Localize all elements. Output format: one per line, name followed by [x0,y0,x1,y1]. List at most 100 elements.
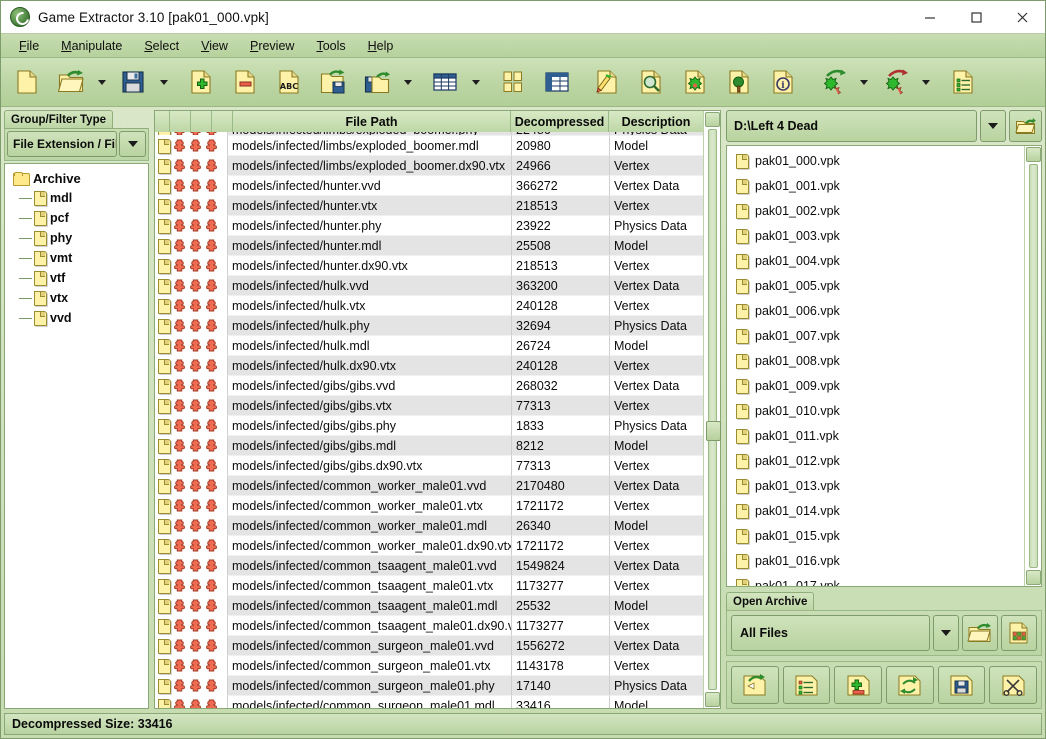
modify-archive-button[interactable] [834,666,882,704]
table-row[interactable]: models/infected/common_worker_male01.vtx… [155,496,703,516]
run-script-dropdown-button[interactable] [855,61,872,104]
save-archive-button[interactable] [111,61,154,104]
puzzle-piece-icon[interactable] [205,659,218,672]
tree-node-mdl[interactable]: mdl [5,188,148,208]
file-list-scrollbar[interactable] [1024,146,1041,586]
puzzle-piece-icon[interactable] [189,479,202,492]
list-item[interactable]: pak01_005.vpk [727,273,1024,298]
menu-preview[interactable]: Preview [240,37,304,55]
table-row[interactable]: models/infected/hulk.mdl26724Model [155,336,703,356]
tree-node-archive[interactable]: Archive [5,168,148,188]
puzzle-piece-icon[interactable] [173,699,186,708]
puzzle-piece-icon[interactable] [205,679,218,692]
table-row[interactable]: models/infected/common_surgeon_male01.vt… [155,656,703,676]
puzzle-piece-icon[interactable] [189,219,202,232]
puzzle-piece-icon[interactable] [189,499,202,512]
table-row[interactable]: models/infected/gibs/gibs.vvd268032Verte… [155,376,703,396]
puzzle-piece-icon[interactable] [205,239,218,252]
puzzle-piece-icon[interactable] [189,619,202,632]
table-row[interactable]: models/infected/common_worker_male01.dx9… [155,536,703,556]
puzzle-piece-icon[interactable] [189,579,202,592]
table-row[interactable]: models/infected/hulk.dx90.vtx240128Verte… [155,356,703,376]
table-row[interactable]: models/infected/common_surgeon_male01.ph… [155,676,703,696]
table-row[interactable]: models/infected/common_tsaagent_male01.v… [155,576,703,596]
table-row[interactable]: models/infected/hulk.vvd363200Vertex Dat… [155,276,703,296]
save-archive-button[interactable] [938,666,986,704]
directory-up-button[interactable] [1009,110,1042,142]
puzzle-piece-icon[interactable] [205,639,218,652]
table-row[interactable]: models/infected/gibs/gibs.phy1833Physics… [155,416,703,436]
puzzle-piece-icon[interactable] [189,519,202,532]
list-item[interactable]: pak01_016.vpk [727,548,1024,573]
puzzle-piece-icon[interactable] [205,699,218,708]
puzzle-piece-icon[interactable] [205,399,218,412]
table-row[interactable]: models/infected/common_surgeon_male01.vv… [155,636,703,656]
list-archive-button[interactable] [783,666,831,704]
puzzle-piece-icon[interactable] [189,199,202,212]
table-view-button[interactable] [423,61,466,104]
table-row[interactable]: models/infected/gibs/gibs.dx90.vtx77313V… [155,456,703,476]
export-archive-button[interactable] [355,61,398,104]
stop-script-dropdown-button[interactable] [917,61,934,104]
maximize-button[interactable] [953,1,999,34]
group-filter-select[interactable]: File Extension / File [7,131,117,157]
open-archive-dropdown-button[interactable] [93,61,110,104]
run-script-button[interactable] [811,61,854,104]
puzzle-piece-icon[interactable] [173,159,186,172]
puzzle-piece-icon[interactable] [205,519,218,532]
puzzle-piece-icon[interactable] [205,199,218,212]
file-list-scroll-up-button[interactable] [1026,147,1041,162]
open-archive-grid-button[interactable] [1001,615,1037,651]
puzzle-piece-icon[interactable] [205,559,218,572]
puzzle-piece-icon[interactable] [189,419,202,432]
puzzle-piece-icon[interactable] [189,559,202,572]
puzzle-piece-icon[interactable] [205,339,218,352]
puzzle-piece-icon[interactable] [205,259,218,272]
tree-node-vmt[interactable]: vmt [5,248,148,268]
puzzle-piece-icon[interactable] [189,659,202,672]
puzzle-piece-icon[interactable] [205,219,218,232]
puzzle-piece-icon[interactable] [173,499,186,512]
puzzle-piece-icon[interactable] [189,679,202,692]
tab-open-archive[interactable]: Open Archive [726,592,814,610]
table-row[interactable]: models/infected/common_surgeon_male01.md… [155,696,703,708]
puzzle-piece-icon[interactable] [205,419,218,432]
header-col-blank-0[interactable] [155,111,170,132]
table-row[interactable]: models/infected/hunter.vtx218513Vertex [155,196,703,216]
puzzle-piece-icon[interactable] [205,459,218,472]
list-item[interactable]: pak01_002.vpk [727,198,1024,223]
new-archive-button[interactable] [5,61,48,104]
puzzle-piece-icon[interactable] [189,699,202,708]
table-row[interactable]: models/infected/hulk.vtx240128Vertex [155,296,703,316]
puzzle-piece-icon[interactable] [173,239,186,252]
puzzle-piece-icon[interactable] [173,639,186,652]
puzzle-piece-icon[interactable] [205,579,218,592]
puzzle-piece-icon[interactable] [205,599,218,612]
file-list-scrollbar-track[interactable] [1029,164,1038,568]
puzzle-piece-icon[interactable] [173,599,186,612]
puzzle-piece-icon[interactable] [205,439,218,452]
table-row[interactable]: models/infected/common_tsaagent_male01.m… [155,596,703,616]
open-archive-browse-button[interactable] [962,615,998,651]
table-row[interactable]: models/infected/common_worker_male01.mdl… [155,516,703,536]
tree-node-vtf[interactable]: vtf [5,268,148,288]
edit-script-button[interactable] [585,61,628,104]
tree-node-pcf[interactable]: pcf [5,208,148,228]
puzzle-piece-icon[interactable] [205,319,218,332]
puzzle-piece-icon[interactable] [189,459,202,472]
tab-group-filter-type[interactable]: Group/Filter Type [4,110,113,128]
search-button[interactable] [629,61,672,104]
menu-manipulate[interactable]: Manipulate [51,37,132,55]
list-item[interactable]: pak01_004.vpk [727,248,1024,273]
menu-tools[interactable]: Tools [306,37,355,55]
close-button[interactable] [999,1,1045,34]
table-row[interactable]: models/infected/hunter.dx90.vtx218513Ver… [155,256,703,276]
table-row[interactable]: models/infected/hunter.vvd366272Vertex D… [155,176,703,196]
extract-file-button[interactable] [311,61,354,104]
table-row[interactable]: models/infected/hunter.phy23922Physics D… [155,216,703,236]
detail-view-button[interactable] [535,61,578,104]
rename-file-button[interactable]: ABC [267,61,310,104]
remove-file-button[interactable] [223,61,266,104]
plugin-tree-button[interactable] [717,61,760,104]
list-item[interactable]: pak01_010.vpk [727,398,1024,423]
